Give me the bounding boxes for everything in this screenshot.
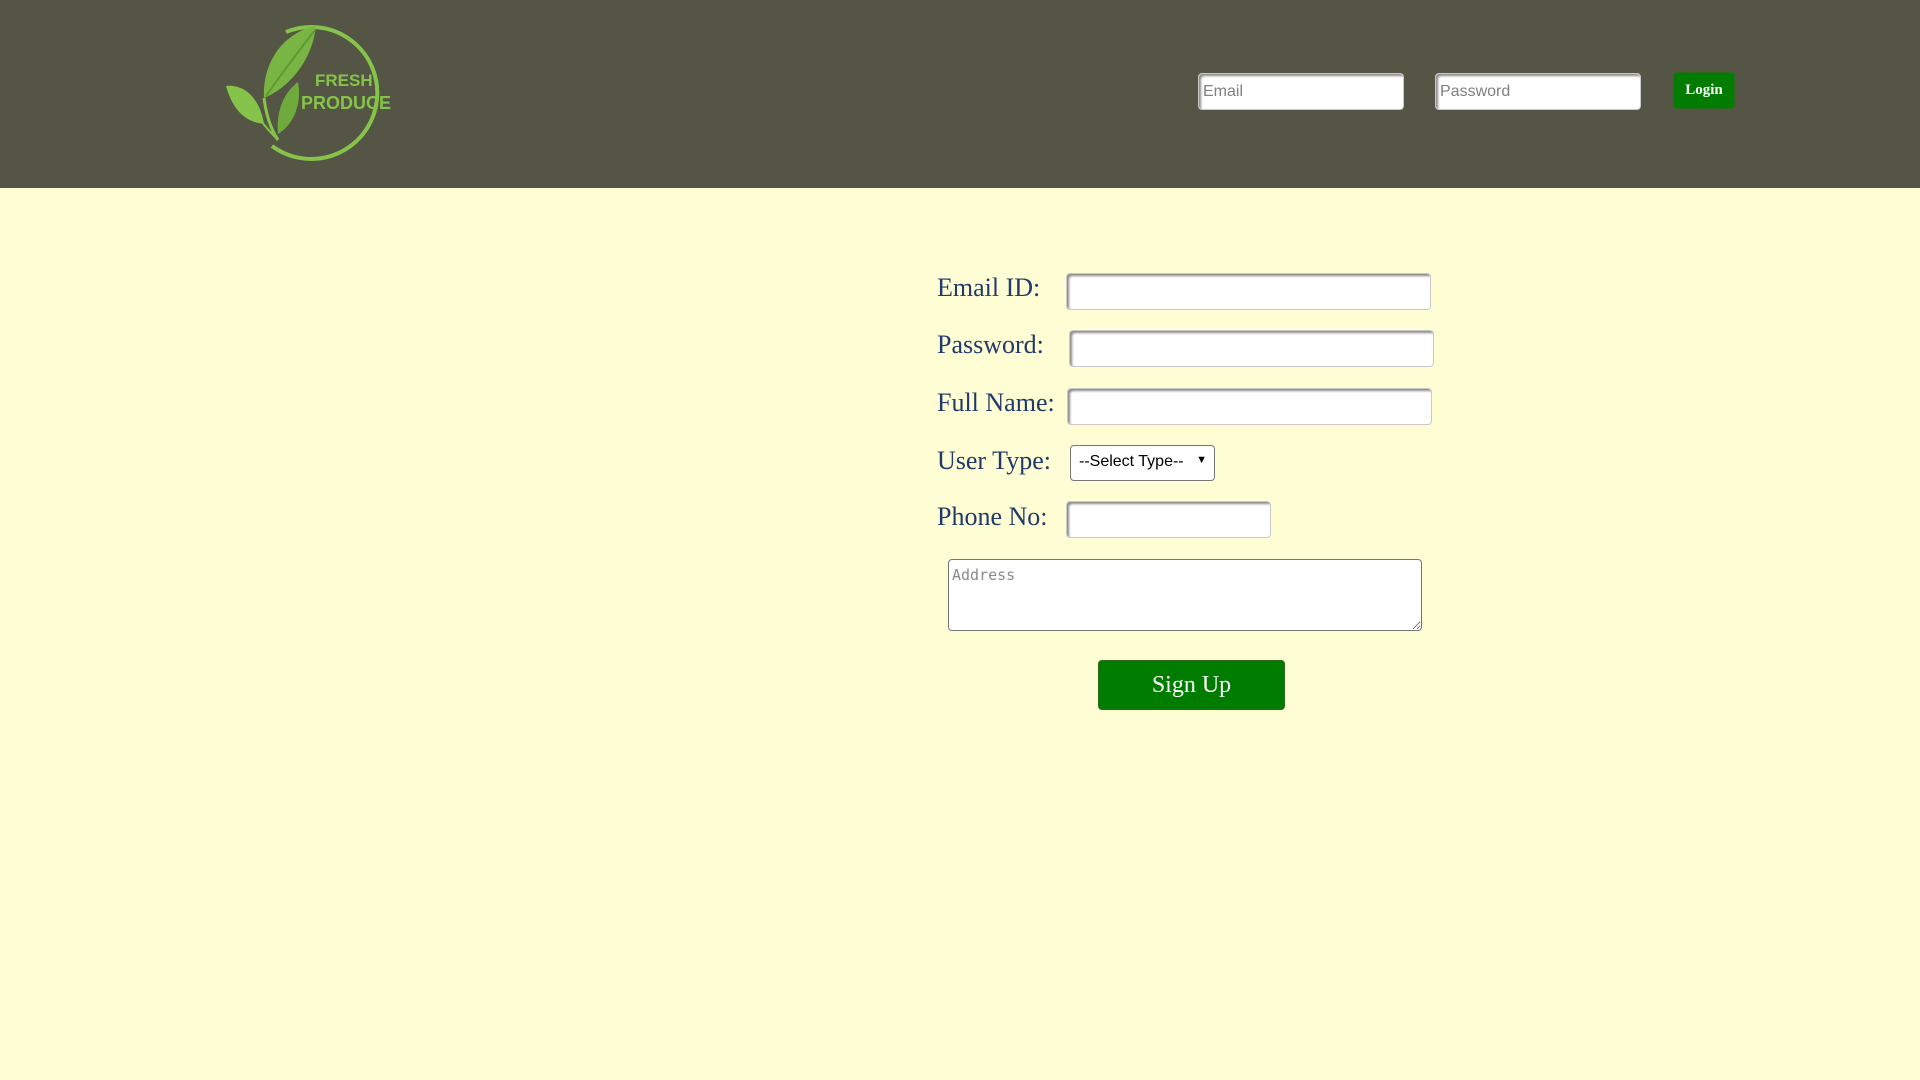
email-id-input[interactable] [1066,273,1431,310]
top-header: FRESH PRODUCE Login [0,0,1920,188]
password-label: Password: [937,330,1044,359]
logo-text-line2: PRODUCE [301,93,392,113]
logo-text-line1: FRESH [315,71,373,90]
phone-no-input[interactable] [1066,501,1271,538]
login-button[interactable]: Login [1673,72,1735,109]
address-textarea[interactable] [948,559,1422,631]
full-name-label: Full Name: [937,388,1055,417]
header-email-input[interactable] [1198,73,1404,110]
caret-down-icon: ▼ [1196,454,1207,466]
user-type-label: User Type: [937,446,1051,475]
password-input[interactable] [1069,330,1434,367]
full-name-input[interactable] [1067,388,1432,425]
email-id-label: Email ID: [937,273,1041,302]
header-password-input[interactable] [1435,73,1641,110]
fresh-produce-logo: FRESH PRODUCE [226,22,406,166]
sign-up-button[interactable]: Sign Up [1098,660,1285,710]
phone-no-label: Phone No: [937,502,1048,531]
user-type-select[interactable]: --Select Type-- ▼ [1070,445,1215,481]
user-type-selected-value: --Select Type-- [1079,453,1184,470]
